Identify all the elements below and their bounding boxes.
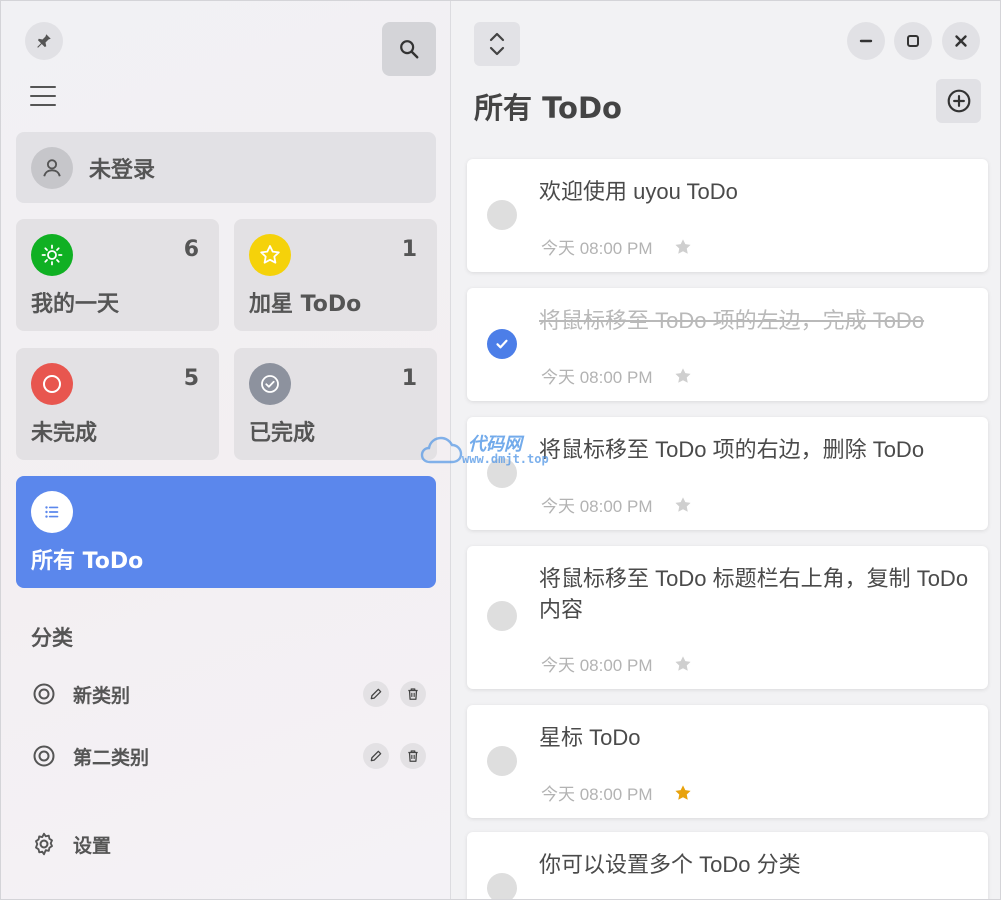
- menu-button[interactable]: [29, 83, 57, 109]
- check-icon: [496, 339, 508, 349]
- todo-title: 欢迎使用 uyou ToDo: [539, 179, 738, 204]
- todo-time: 今天 08:00 PM: [541, 785, 653, 804]
- sun-icon: [31, 234, 73, 276]
- todo-item[interactable]: 将鼠标移至 ToDo 标题栏右上角，复制 ToDo 内容 今天 08:00 PM: [467, 546, 988, 689]
- close-icon: [955, 35, 967, 47]
- gear-icon: [31, 831, 57, 857]
- main-panel: 所有 ToDo 欢迎使用 uyou ToDo 今天 08:00 PM 将鼠标移至…: [451, 1, 1000, 899]
- todo-time: 今天 08:00 PM: [541, 656, 653, 675]
- trash-icon: [408, 688, 418, 700]
- tile-starred[interactable]: 1 加星 ToDo: [234, 219, 437, 331]
- tile-count: 1: [401, 366, 417, 391]
- todo-item[interactable]: 欢迎使用 uyou ToDo 今天 08:00 PM: [467, 159, 988, 272]
- todo-meta: 今天 08:00 PM: [541, 234, 693, 259]
- pin-icon: [37, 34, 51, 48]
- square-icon: [907, 35, 919, 47]
- tile-count: 1: [401, 237, 417, 262]
- star-icon[interactable]: [673, 654, 693, 674]
- tile-my-day[interactable]: 6 我的一天: [16, 219, 219, 331]
- list-icon: [31, 491, 73, 533]
- tile-label: 所有 ToDo: [31, 549, 144, 574]
- categories-title: 分类: [31, 626, 73, 650]
- star-icon[interactable]: [673, 366, 693, 386]
- settings-label: 设置: [73, 834, 112, 857]
- user-name: 未登录: [89, 157, 156, 183]
- pencil-icon: [370, 688, 382, 700]
- todo-meta: 今天 08:00 PM: [541, 651, 693, 676]
- todo-meta: 今天 08:00 PM: [541, 492, 693, 517]
- delete-category-button[interactable]: [400, 681, 426, 707]
- pin-button[interactable]: [25, 22, 63, 60]
- avatar: [31, 146, 73, 189]
- todo-title: 你可以设置多个 ToDo 分类: [539, 852, 801, 877]
- tile-label: 我的一天: [31, 292, 120, 317]
- sidebar: 未登录 6 我的一天 1 加星 ToDo 5 未完成 1 已完成 所有 ToDo…: [1, 1, 451, 899]
- todo-checkbox[interactable]: [487, 601, 517, 631]
- todo-checkbox[interactable]: [487, 458, 517, 488]
- tile-label: 已完成: [249, 421, 316, 446]
- todo-item[interactable]: 将鼠标移至 ToDo 项的左边，完成 ToDo 今天 08:00 PM: [467, 288, 988, 401]
- tile-label: 加星 ToDo: [249, 292, 362, 317]
- star-icon[interactable]: [673, 495, 693, 515]
- tile-count: 5: [183, 366, 199, 391]
- search-button[interactable]: [382, 22, 436, 76]
- check-circle-icon: [249, 363, 291, 405]
- menu-icon-bar: [30, 95, 56, 97]
- tile-label: 未完成: [31, 421, 98, 446]
- settings-item[interactable]: 设置: [31, 827, 111, 861]
- category-item[interactable]: 第二类别: [31, 739, 426, 773]
- search-icon: [400, 40, 419, 59]
- sort-button[interactable]: [474, 22, 520, 66]
- minimize-button[interactable]: [847, 22, 885, 60]
- category-icon: [31, 743, 57, 769]
- todo-item[interactable]: 将鼠标移至 ToDo 项的右边，删除 ToDo 今天 08:00 PM: [467, 417, 988, 530]
- plus-circle-icon: [947, 89, 970, 113]
- todo-meta: 今天 08:00 PM: [541, 363, 693, 388]
- add-todo-button[interactable]: [936, 79, 981, 123]
- edit-category-button[interactable]: [363, 743, 389, 769]
- delete-category-button[interactable]: [400, 743, 426, 769]
- user-card[interactable]: 未登录: [16, 132, 436, 203]
- star-icon[interactable]: [673, 237, 693, 257]
- todo-title: 将鼠标移至 ToDo 项的左边，完成 ToDo: [539, 308, 925, 333]
- category-icon: [31, 681, 57, 707]
- todo-title: 星标 ToDo: [539, 725, 641, 750]
- chevron-up-down-icon: [489, 32, 505, 56]
- todo-item[interactable]: 你可以设置多个 ToDo 分类: [467, 832, 988, 899]
- trash-icon: [408, 750, 418, 762]
- menu-icon-bar: [30, 86, 56, 88]
- todo-title: 将鼠标移至 ToDo 项的右边，删除 ToDo: [539, 437, 925, 462]
- tile-incomplete[interactable]: 5 未完成: [16, 348, 219, 460]
- page-title: 所有 ToDo: [474, 91, 622, 125]
- todo-checkbox[interactable]: [487, 329, 517, 359]
- todo-checkbox[interactable]: [487, 200, 517, 230]
- todo-checkbox[interactable]: [487, 746, 517, 776]
- todo-meta: 今天 08:00 PM: [541, 780, 693, 805]
- todo-time: 今天 08:00 PM: [541, 497, 653, 516]
- todo-time: 今天 08:00 PM: [541, 239, 653, 258]
- user-icon: [43, 158, 61, 177]
- tile-completed[interactable]: 1 已完成: [234, 348, 437, 460]
- todo-time: 今天 08:00 PM: [541, 368, 653, 387]
- app-window: 未登录 6 我的一天 1 加星 ToDo 5 未完成 1 已完成 所有 ToDo…: [0, 0, 1001, 900]
- category-label: 第二类别: [73, 746, 150, 769]
- close-button[interactable]: [942, 22, 980, 60]
- category-item[interactable]: 新类别: [31, 677, 426, 711]
- edit-category-button[interactable]: [363, 681, 389, 707]
- maximize-button[interactable]: [894, 22, 932, 60]
- tile-count: 6: [183, 237, 199, 262]
- star-outline-icon: [249, 234, 291, 276]
- menu-icon-bar: [30, 104, 56, 106]
- todo-checkbox[interactable]: [487, 873, 517, 899]
- circle-icon: [31, 363, 73, 405]
- pencil-icon: [370, 750, 382, 762]
- star-icon[interactable]: [673, 783, 693, 803]
- tile-all-todo[interactable]: 所有 ToDo: [16, 476, 436, 588]
- minus-icon: [859, 39, 873, 43]
- todo-item[interactable]: 星标 ToDo 今天 08:00 PM: [467, 705, 988, 818]
- category-label: 新类别: [73, 684, 131, 707]
- todo-title: 将鼠标移至 ToDo 标题栏右上角，复制 ToDo 内容: [539, 566, 969, 622]
